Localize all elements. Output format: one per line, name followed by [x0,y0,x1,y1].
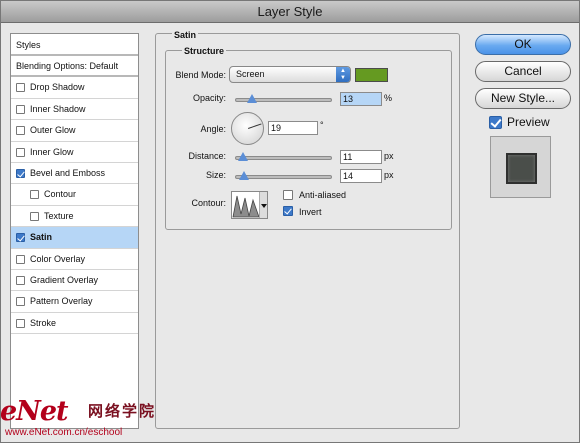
size-label: Size: [205,170,226,180]
ok-button[interactable]: OK [475,34,571,55]
style-item-checkbox[interactable] [16,318,25,328]
style-item-label: Pattern Overlay [30,296,93,307]
style-item-checkbox[interactable] [16,275,25,285]
style-item[interactable]: Texture [11,206,138,228]
style-item[interactable]: Color Overlay [11,249,138,270]
new-style-button[interactable]: New Style... [475,88,571,109]
opacity-unit: % [384,93,393,103]
angle-label: Angle: [200,124,226,134]
cancel-button[interactable]: Cancel [475,61,571,82]
style-item[interactable]: Contour [11,184,138,206]
style-item-label: Drop Shadow [30,82,85,93]
invert-label: Invert [299,207,322,217]
style-item-label: Inner Shadow [30,103,86,114]
distance-label: Distance: [188,151,226,161]
style-item-checkbox[interactable] [30,190,39,200]
preview-checkbox[interactable] [489,116,502,129]
style-item-label: Texture [44,210,74,221]
distance-slider-thumb[interactable] [238,152,248,161]
contour-curve-icon [232,195,260,218]
preview-thumbnail [490,136,551,198]
angle-unit: ° [320,120,324,130]
style-item-checkbox[interactable] [16,233,25,243]
style-item[interactable]: Pattern Overlay [11,291,138,313]
window-title: Layer Style [1,1,579,23]
anti-aliased-label: Anti-aliased [299,190,347,200]
contour-picker[interactable] [231,191,268,219]
size-input[interactable]: 14 [340,169,382,183]
size-slider[interactable] [235,171,332,180]
style-item-checkbox[interactable] [16,254,25,264]
invert-checkbox[interactable] [283,206,293,216]
style-item-checkbox[interactable] [16,104,25,114]
opacity-label: Opacity: [192,93,226,103]
style-item-label: Gradient Overlay [30,274,99,285]
style-item-label: Bevel and Emboss [30,167,106,178]
satin-title: Satin [172,30,199,40]
style-item-label: Contour [44,189,77,200]
style-item-checkbox[interactable] [30,211,39,221]
color-swatch[interactable] [355,68,388,82]
style-item-checkbox[interactable] [16,168,25,178]
style-item[interactable]: Inner Glow [11,142,138,163]
style-item-checkbox[interactable] [16,83,25,93]
style-item-checkbox[interactable] [16,297,25,307]
blending-options-item[interactable]: Blending Options: Default [11,56,138,78]
style-item[interactable]: Inner Shadow [11,99,138,121]
angle-dial[interactable] [231,112,264,145]
watermark-chinese: 网络学院 [88,402,157,420]
preview-tile [506,153,537,184]
preview-label: Preview [507,115,550,129]
watermark-url: www.eNet.com.cn/eschool [5,427,123,438]
styles-list: Styles Blending Options: Default Drop Sh… [10,33,139,429]
opacity-slider-thumb[interactable] [247,94,257,103]
style-item[interactable]: Stroke [11,313,138,335]
angle-input[interactable]: 19 [268,121,318,135]
style-item-label: Stroke [30,317,57,328]
angle-needle [248,123,262,129]
distance-slider[interactable] [235,152,332,161]
opacity-slider[interactable] [235,94,332,103]
blend-mode-select[interactable]: Screen ▲ ▼ [229,66,351,83]
style-item-label: Color Overlay [30,253,86,264]
anti-aliased-checkbox[interactable] [283,190,293,200]
blending-options-label: Blending Options: Default [16,61,119,71]
contour-label: Contour: [191,198,226,208]
structure-title: Structure [182,46,227,56]
distance-unit: px [384,151,394,161]
style-item[interactable]: Drop Shadow [11,77,138,99]
blend-mode-value: Screen [236,69,265,79]
size-unit: px [384,170,394,180]
style-item-label: Outer Glow [30,125,76,136]
styles-header[interactable]: Styles [11,34,138,56]
size-slider-thumb[interactable] [239,171,249,180]
style-item[interactable]: Bevel and Emboss [11,163,138,185]
style-item-checkbox[interactable] [16,126,25,136]
select-arrows-icon: ▲ ▼ [336,67,350,82]
enet-logo: eNet [0,396,69,427]
style-item[interactable]: Outer Glow [11,120,138,142]
style-item-label: Inner Glow [30,146,74,157]
style-item-label: Satin [30,232,53,243]
style-item[interactable]: Satin [11,227,138,249]
style-item[interactable]: Gradient Overlay [11,270,138,292]
contour-dropdown-icon[interactable] [259,192,267,218]
blend-mode-label: Blend Mode: [175,70,226,80]
distance-input[interactable]: 11 [340,150,382,164]
style-item-checkbox[interactable] [16,147,25,157]
opacity-input[interactable]: 13 [340,92,382,106]
